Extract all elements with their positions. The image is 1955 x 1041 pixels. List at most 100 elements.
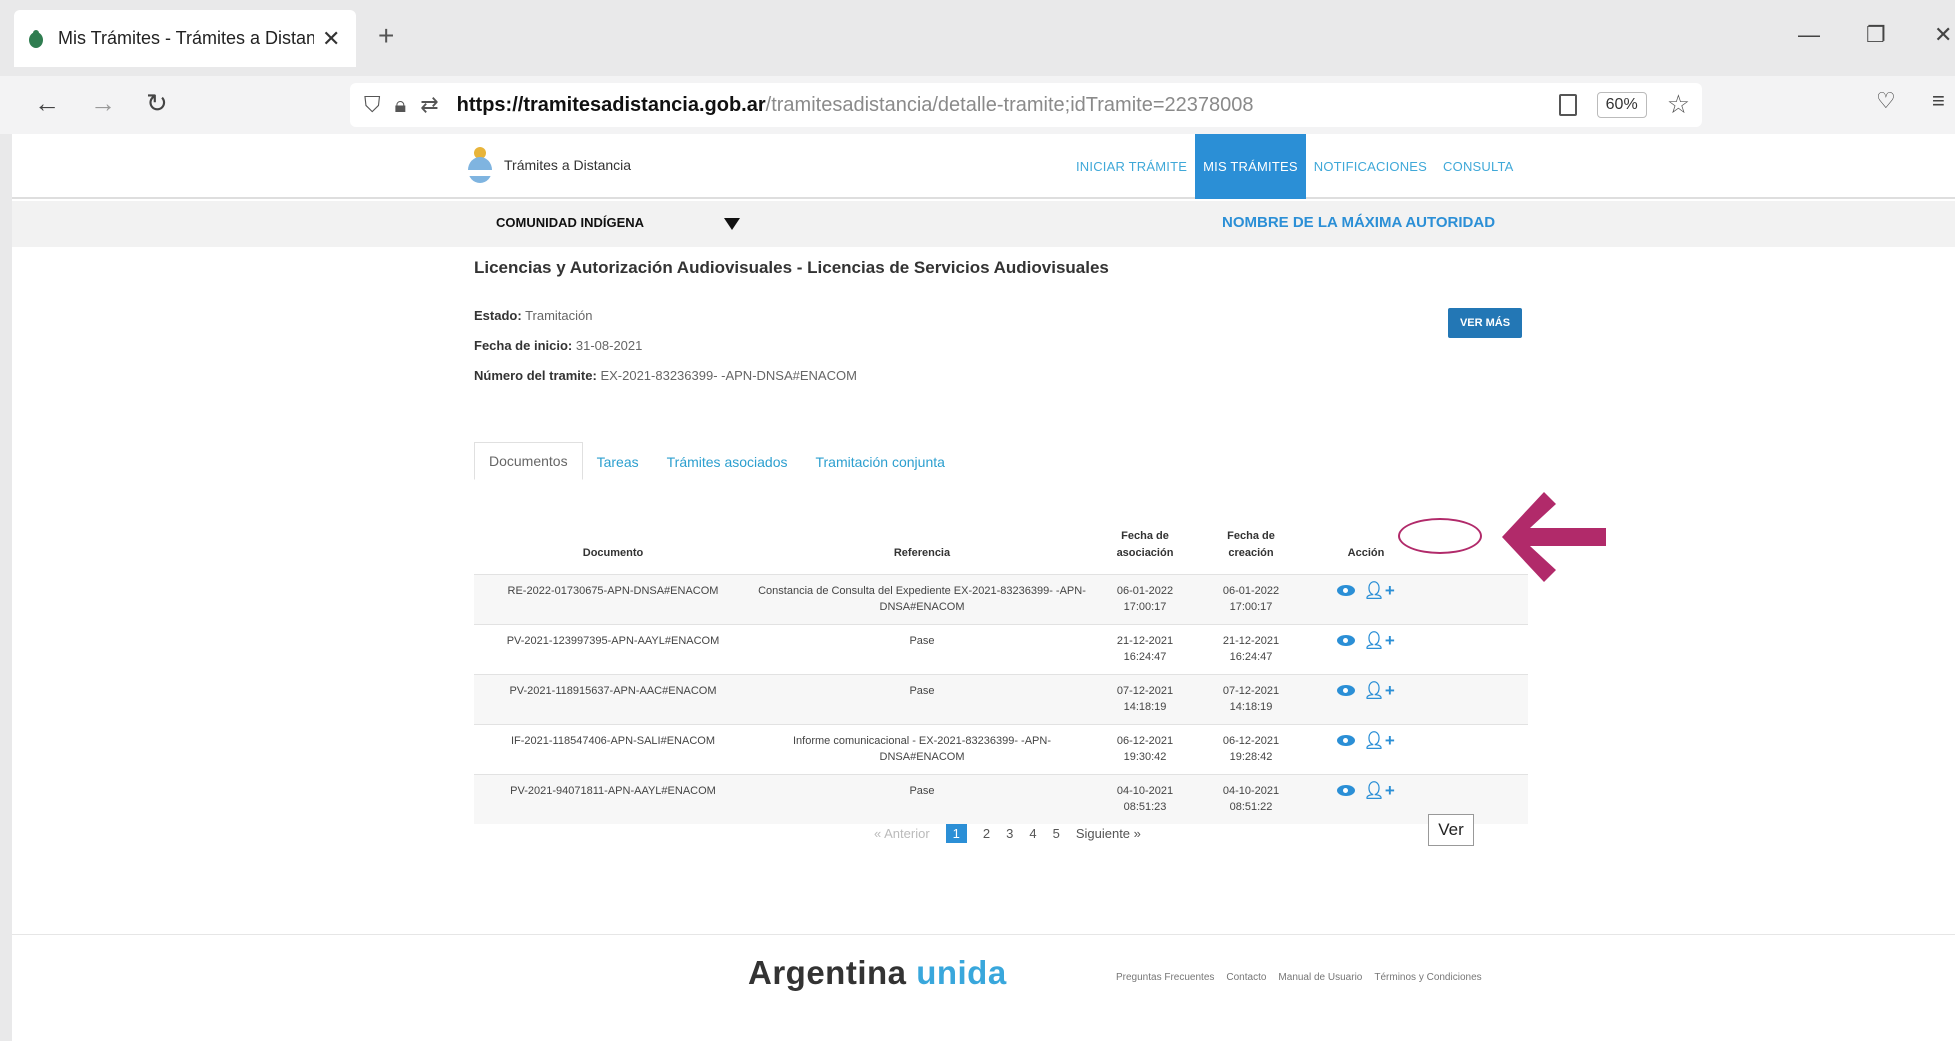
col-fecha-creacion-line2: creación [1228,546,1274,559]
ver-mas-button[interactable]: VER MÁS [1448,308,1522,338]
add-user-icon[interactable]: 👤︎+ [1363,782,1395,799]
reload-icon[interactable]: ↻ [146,88,168,119]
reader-view-icon[interactable] [1558,93,1577,116]
authority-link[interactable]: NOMBRE DE LA MÁXIMA AUTORIDAD [1222,214,1495,231]
forward-icon[interactable]: → [90,88,116,119]
fecha-line: Fecha de inicio: 31-08-2021 [474,338,642,353]
cell-spacer [1428,723,1528,774]
crea-fecha: 04-10-2021 [1222,784,1280,797]
url-text[interactable]: https://tramitesadistancia.gob.ar/tramit… [457,94,1254,117]
asoc-fecha: 06-12-2021 [1116,734,1174,747]
tab-documentos[interactable]: Documentos [474,442,583,480]
lock-icon[interactable]: 🔒︎ [395,92,407,118]
cell-documento: PV-2021-123997395-APN-AAYL#ENACOM [474,623,752,674]
view-eye-icon[interactable] [1337,635,1356,646]
cell-documento: PV-2021-94071811-APN-AAYL#ENACOM [474,773,752,824]
view-eye-icon[interactable] [1337,785,1356,796]
add-user-icon[interactable]: 👤︎+ [1363,632,1395,649]
brand-word-1: Argentina [748,954,907,991]
url-host: https://tramitesadistancia.gob.ar [456,93,766,116]
cell-fecha-creacion: 21-12-2021 16:24:47 [1198,623,1304,674]
cell-fecha-creacion: 07-12-2021 14:18:19 [1198,673,1304,724]
nav-notificaciones[interactable]: NOTIFICACIONES [1306,134,1435,199]
footer-link-terminos[interactable]: Términos y Condiciones [1374,972,1481,983]
asoc-fecha: 06-01-2022 [1116,584,1174,597]
permissions-icon[interactable]: ⇄ [420,92,438,118]
browser-tab-bar: Mis Trámites - Trámites a Distan ✕ + — ❐… [0,0,1955,76]
coat-of-arms-icon [468,147,492,183]
view-eye-icon[interactable] [1337,685,1356,696]
footer-link-contacto[interactable]: Contacto [1226,972,1266,983]
site-logo[interactable]: Trámites a Distancia [466,146,631,184]
new-tab-icon[interactable]: + [378,20,394,52]
bookmark-star-icon[interactable]: ☆ [1667,89,1690,120]
crea-fecha: 07-12-2021 [1222,684,1280,697]
asoc-fecha: 07-12-2021 [1116,684,1174,697]
cell-fecha-creacion: 06-12-2021 19:28:42 [1198,723,1304,774]
cell-accion: 👤︎+ [1304,623,1428,674]
annotation-arrow-icon [1502,492,1606,582]
pager-page-3[interactable]: 3 [1006,826,1013,841]
menu-icon[interactable]: ≡ [1932,88,1945,114]
close-tab-icon[interactable]: ✕ [322,26,340,52]
pager-page-2[interactable]: 2 [983,826,990,841]
dropdown-caret-icon[interactable] [724,218,740,230]
browser-tab[interactable]: Mis Trámites - Trámites a Distan ✕ [14,10,356,67]
community-select[interactable]: COMUNIDAD INDÍGENA [496,215,644,230]
cell-fecha-asociacion: 21-12-2021 16:24:47 [1092,623,1198,674]
tramite-tabs: Documentos Tareas Trámites asociados Tra… [474,440,959,480]
back-icon[interactable]: ← [34,88,60,119]
table-row: IF-2021-118547406-APN-SALI#ENACOM Inform… [474,723,1528,774]
pocket-icon[interactable]: ♡ [1876,88,1896,114]
cell-accion: 👤︎+ [1304,673,1428,724]
page-content: Trámites a Distancia INICIAR TRÁMITE MIS… [12,134,1955,1041]
footer-link-manual[interactable]: Manual de Usuario [1278,972,1362,983]
minimize-icon[interactable]: — [1798,22,1820,48]
col-fecha-asociacion-line1: Fecha de [1121,529,1169,542]
pager-page-5[interactable]: 5 [1053,826,1060,841]
nav-mis-tramites[interactable]: MIS TRÁMITES [1195,134,1306,199]
tab-tramites-asociados[interactable]: Trámites asociados [653,444,802,480]
table-row: PV-2021-123997395-APN-AAYL#ENACOM Pase 2… [474,623,1528,674]
cell-fecha-asociacion: 06-12-2021 19:30:42 [1092,723,1198,774]
view-eye-icon[interactable] [1337,585,1356,596]
cell-accion: 👤︎+ [1304,723,1428,774]
cell-fecha-asociacion: 07-12-2021 14:18:19 [1092,673,1198,724]
cell-referencia: Pase [752,773,1092,824]
pager-page-4[interactable]: 4 [1029,826,1036,841]
pager-next[interactable]: Siguiente » [1076,826,1141,841]
argentina-unida-logo: Argentina unida [748,954,1007,992]
add-user-icon[interactable]: 👤︎+ [1363,582,1395,599]
nav-consulta[interactable]: CONSULTA [1435,134,1521,199]
close-window-icon[interactable]: ✕ [1934,22,1952,48]
address-bar[interactable]: ⛉ 🔒︎ ⇄ https://tramitesadistancia.gob.ar… [350,83,1702,127]
tab-tramitacion-conjunta[interactable]: Tramitación conjunta [801,444,958,480]
crea-hora: 14:18:19 [1229,700,1273,713]
fecha-label: Fecha de inicio: [474,338,573,353]
col-documento: Documento [582,546,644,559]
asoc-hora: 14:18:19 [1123,700,1167,713]
table-header-row: Documento Referencia Fecha de asociación … [474,506,1528,574]
add-user-icon[interactable]: 👤︎+ [1363,732,1395,749]
pager-page-1[interactable]: 1 [945,824,967,843]
col-fecha-creacion: Fecha de creación [1198,506,1304,574]
nav-iniciar-tramite[interactable]: INICIAR TRÁMITE [1068,134,1195,199]
cell-documento: RE-2022-01730675-APN-DNSA#ENACOM [474,573,752,624]
pager-prev[interactable]: « Anterior [874,826,930,841]
zoom-level[interactable]: 60% [1596,91,1647,118]
tracking-shield-icon[interactable]: ⛉ [364,92,381,118]
add-user-icon[interactable]: 👤︎+ [1363,682,1395,699]
crea-fecha: 06-12-2021 [1222,734,1280,747]
cell-fecha-asociacion: 06-01-2022 17:00:17 [1092,573,1198,624]
annotation-circle [1398,518,1482,554]
footer-link-faq[interactable]: Preguntas Frecuentes [1116,972,1214,983]
community-bar: COMUNIDAD INDÍGENA NOMBRE DE LA MÁXIMA A… [12,201,1955,247]
brand-word-2: unida [916,954,1007,991]
table-row: PV-2021-94071811-APN-AAYL#ENACOM Pase 04… [474,773,1528,824]
view-eye-icon[interactable] [1337,735,1356,746]
tab-tareas[interactable]: Tareas [583,444,653,480]
documents-table: Documento Referencia Fecha de asociación … [474,506,1528,824]
asoc-hora: 19:30:42 [1123,750,1167,763]
restore-icon[interactable]: ❐ [1866,22,1886,48]
argentina-shield-icon [29,29,43,48]
